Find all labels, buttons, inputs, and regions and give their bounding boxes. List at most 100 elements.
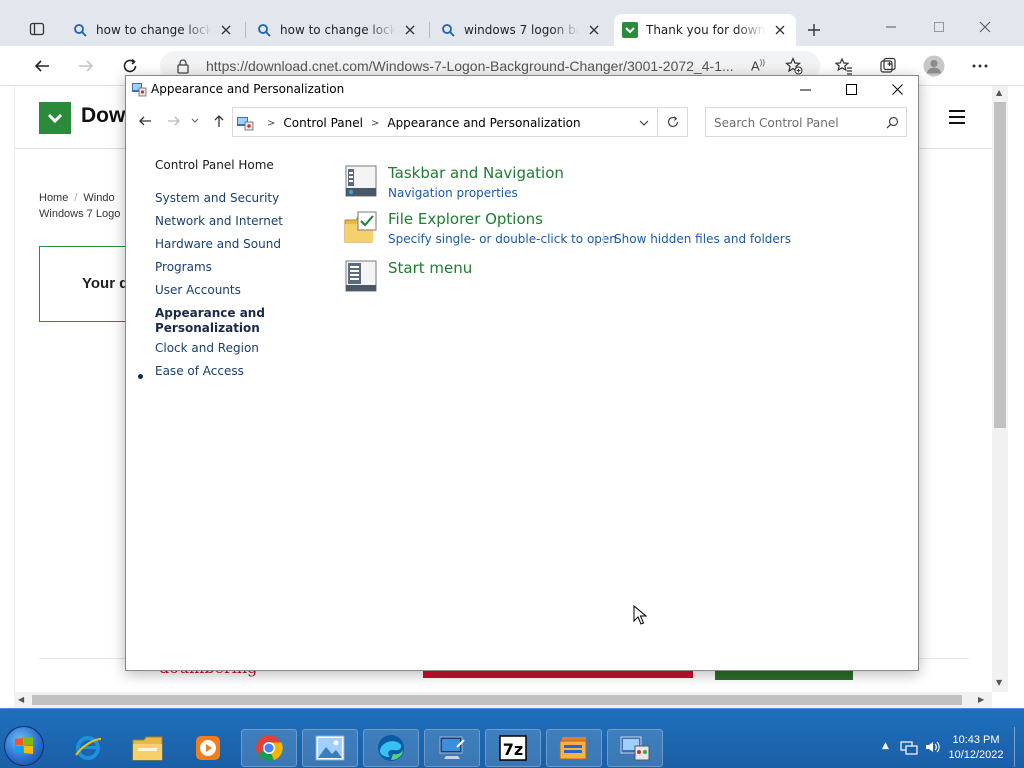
tab-3[interactable]: windows 7 logon back <box>432 14 610 46</box>
back-button[interactable] <box>28 52 56 80</box>
file-explorer-options-heading[interactable]: File Explorer Options <box>388 210 543 228</box>
windows-logo-icon <box>15 737 33 754</box>
taskbar-folder[interactable] <box>546 729 602 767</box>
chevron-down-icon <box>639 120 649 126</box>
taskbar-7zip[interactable]: 7z <box>485 729 541 767</box>
scroll-up-icon[interactable]: ▲ <box>996 88 1002 97</box>
scrollbar-thumb[interactable] <box>32 695 962 705</box>
taskbar-photos[interactable] <box>302 729 358 767</box>
favorites-icon <box>835 57 852 75</box>
volume-icon[interactable] <box>924 739 940 755</box>
close-window-button[interactable] <box>874 76 918 102</box>
chevron-right-icon[interactable]: > <box>267 118 275 129</box>
arrow-left-icon <box>139 116 151 126</box>
search-icon[interactable] <box>886 116 899 132</box>
address-dropdown-button[interactable] <box>637 116 651 130</box>
cnet-logo-icon[interactable] <box>39 102 71 134</box>
folder-stack-icon <box>559 737 587 760</box>
close-icon <box>979 21 991 33</box>
taskbar-remote-desktop[interactable] <box>424 729 480 767</box>
read-aloud-icon: A)) <box>751 58 765 74</box>
taskbar-icon[interactable] <box>344 164 378 200</box>
vertical-scrollbar[interactable]: ▲ ▼ <box>992 86 1008 692</box>
navigation-properties-link[interactable]: Navigation properties <box>388 186 518 200</box>
taskbar: 7z ▲ 10:43 PM 10/12/2022 <box>0 708 1024 768</box>
tab-actions-button[interactable] <box>22 14 52 44</box>
start-menu-icon[interactable] <box>344 259 378 295</box>
mouse-cursor-icon <box>633 605 647 625</box>
taskbar-file-explorer[interactable] <box>120 729 176 767</box>
up-button[interactable] <box>209 111 229 131</box>
close-icon[interactable] <box>586 22 602 38</box>
cnet-favicon-icon <box>622 22 638 38</box>
close-icon[interactable] <box>402 22 418 38</box>
show-desktop-button[interactable] <box>1014 727 1024 767</box>
internet-explorer-icon <box>75 736 102 760</box>
taskbar-media-player[interactable] <box>180 729 236 767</box>
recent-locations-button[interactable] <box>188 111 202 131</box>
single-double-click-link[interactable]: Specify single- or double-click to open <box>388 232 617 246</box>
window-title-bar[interactable]: Appearance and Personalization <box>126 76 918 102</box>
taskbar-navigation-heading[interactable]: Taskbar and Navigation <box>388 164 564 182</box>
arrow-right-icon <box>168 116 180 126</box>
link-separator <box>603 232 604 246</box>
tab-2[interactable]: how to change lock sc <box>248 14 426 46</box>
site-logo-text[interactable]: Dow <box>81 104 125 128</box>
folder-options-icon[interactable] <box>344 210 378 246</box>
close-window-button[interactable] <box>970 14 1000 40</box>
taskbar-internet-explorer[interactable] <box>60 729 116 767</box>
sidebar-item-appearance-current[interactable]: Appearance and Personalization <box>155 306 275 336</box>
ellipsis-icon <box>972 64 988 68</box>
sidebar-item-network-internet[interactable]: Network and Internet <box>155 214 283 229</box>
maximize-button[interactable] <box>924 14 954 40</box>
start-button[interactable] <box>4 726 44 766</box>
tab-separator <box>245 22 246 38</box>
forward-button[interactable] <box>164 111 184 131</box>
horizontal-scrollbar[interactable]: ◀ ▶ <box>14 692 992 708</box>
scroll-down-icon[interactable]: ▼ <box>996 678 1002 687</box>
sidebar-item-clock-region[interactable]: Clock and Region <box>155 341 259 356</box>
show-hidden-files-link[interactable]: Show hidden files and folders <box>614 232 791 246</box>
close-icon[interactable] <box>772 22 788 38</box>
breadcrumb-line-2[interactable]: Windows 7 Logo <box>39 208 120 220</box>
taskbar-control-panel[interactable] <box>607 729 663 767</box>
sidebar-item-ease-of-access[interactable]: Ease of Access <box>155 364 244 379</box>
taskbar-chrome[interactable] <box>241 729 297 767</box>
scrollbar-thumb[interactable] <box>994 102 1006 428</box>
more-menu-button[interactable] <box>966 52 994 80</box>
tab-1[interactable]: how to change lock sc <box>64 14 242 46</box>
new-tab-button[interactable] <box>802 18 826 42</box>
minimize-button[interactable] <box>876 14 906 40</box>
network-icon[interactable] <box>900 739 918 755</box>
forward-button[interactable] <box>72 52 100 80</box>
breadcrumb-windows-link[interactable]: Windo <box>83 192 114 204</box>
clock[interactable]: 10:43 PM 10/12/2022 <box>944 733 1008 763</box>
address-bar[interactable]: > Control Panel > Appearance and Persona… <box>232 107 658 137</box>
minimize-button[interactable] <box>782 76 828 102</box>
tab-bar: how to change lock sc how to change lock… <box>0 0 1024 46</box>
start-menu-heading[interactable]: Start menu <box>388 259 472 277</box>
profile-button[interactable] <box>920 52 948 80</box>
maximize-button[interactable] <box>828 76 874 102</box>
taskbar-edge[interactable] <box>363 729 419 767</box>
scroll-right-icon[interactable]: ▶ <box>978 695 984 704</box>
refresh-button[interactable] <box>658 107 688 137</box>
breadcrumb-home-link[interactable]: Home <box>39 192 68 204</box>
sidebar-item-system-security[interactable]: System and Security <box>155 191 279 206</box>
sidebar-item-user-accounts[interactable]: User Accounts <box>155 283 241 298</box>
control-panel-home-link[interactable]: Control Panel Home <box>155 158 274 172</box>
main-content: Taskbar and Navigation Navigation proper… <box>336 140 918 670</box>
tab-4-active[interactable]: Thank you for downlo <box>614 14 796 46</box>
arrow-right-icon <box>79 60 94 72</box>
show-hidden-icons-icon[interactable]: ▲ <box>882 741 889 751</box>
scroll-left-icon[interactable]: ◀ <box>18 695 24 704</box>
hamburger-menu-icon[interactable] <box>949 110 965 124</box>
close-icon[interactable] <box>218 22 234 38</box>
chevron-right-icon[interactable]: > <box>371 118 379 129</box>
sidebar-item-hardware-sound[interactable]: Hardware and Sound <box>155 237 281 252</box>
back-button[interactable] <box>135 111 155 131</box>
search-box[interactable]: Search Control Panel <box>705 107 907 137</box>
breadcrumb-appearance[interactable]: Appearance and Personalization <box>387 116 580 130</box>
sidebar-item-programs[interactable]: Programs <box>155 260 212 275</box>
breadcrumb-control-panel[interactable]: Control Panel <box>283 116 363 130</box>
